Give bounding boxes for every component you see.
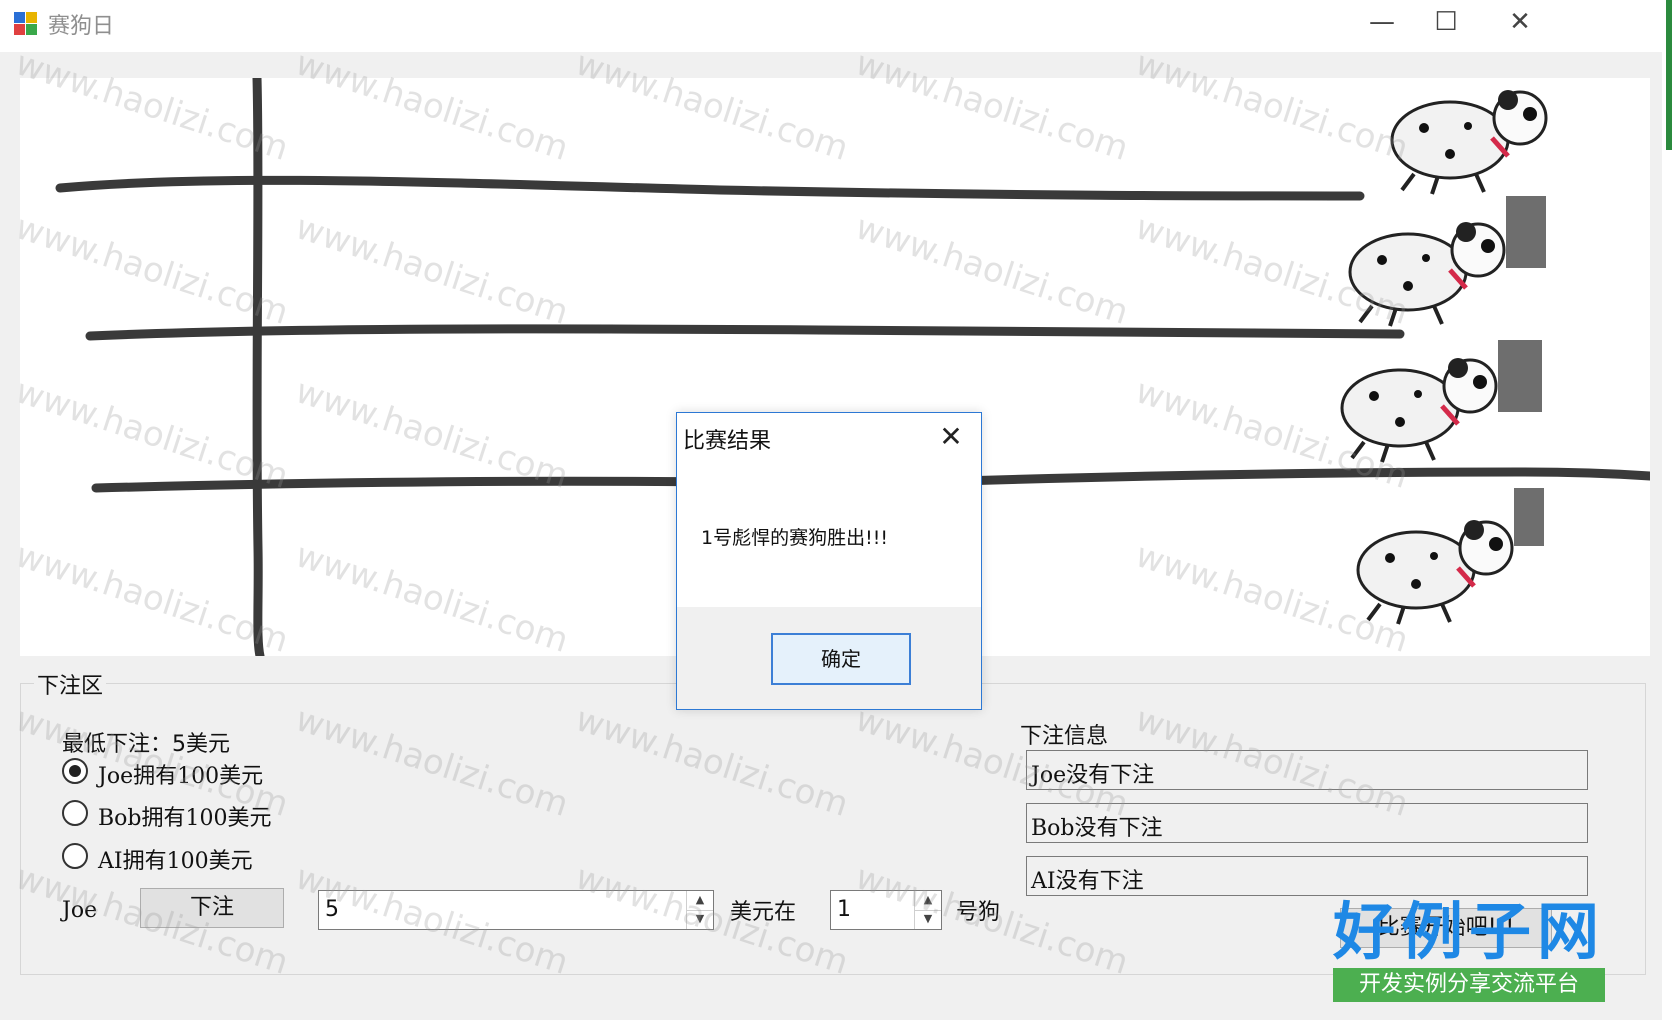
bet-info-bob-text: Bob没有下注	[1031, 816, 1163, 841]
spin-down-icon[interactable]: ▼	[915, 910, 941, 929]
dog-icon	[1348, 222, 1506, 327]
radio-joe[interactable]	[62, 758, 88, 784]
bet-amount-spinner: ▲ ▼	[686, 891, 713, 929]
site-logo-title: 好例子网	[1333, 895, 1606, 968]
lane-line-3b	[923, 467, 1650, 487]
current-bettor-name: Joe	[62, 898, 98, 923]
bet-info-joe: Joe没有下注	[1026, 750, 1588, 790]
dog-icon	[1340, 358, 1498, 463]
min-bet-label: 最低下注：5美元	[62, 732, 230, 757]
spin-up-icon[interactable]: ▲	[915, 891, 941, 911]
radio-joe-label[interactable]: Joe拥有100美元	[98, 758, 263, 790]
dialog-footer: 确定	[677, 607, 981, 709]
dialog-title: 比赛结果	[683, 429, 772, 454]
maximize-icon: ☐	[1434, 7, 1458, 37]
site-logo-subtitle: 开发实例分享交流平台	[1333, 968, 1605, 1002]
radio-bob-label[interactable]: Bob拥有100美元	[98, 800, 272, 832]
dog-icon	[1356, 520, 1514, 625]
gate-2	[1498, 340, 1542, 412]
dialog-message: 1号彪悍的赛狗胜出!!!	[701, 527, 888, 549]
maximize-button[interactable]: ☐	[1414, 0, 1478, 46]
lane-line-2	[85, 324, 1405, 341]
minimize-icon: —	[1369, 7, 1395, 37]
dialog-close-icon[interactable]: ✕	[931, 417, 971, 457]
main-window: 赛狗日 — ☐ ✕ 下注区 最低下注：5美元 Joe拥有100美元 Bob拥有1…	[0, 0, 1672, 1020]
window-title: 赛狗日	[48, 14, 115, 39]
dog-number-spinner: ▲ ▼	[914, 891, 941, 929]
minimize-button[interactable]: —	[1350, 0, 1414, 46]
dog-suffix-label: 号狗	[956, 900, 1001, 925]
dog-number-value: 1	[837, 897, 851, 922]
bet-amount-stepper[interactable]: 5 ▲ ▼	[318, 890, 714, 930]
radio-selected-dot	[69, 765, 81, 777]
bet-info-ai-text: AI没有下注	[1031, 869, 1144, 894]
bet-info-ai: AI没有下注	[1026, 856, 1588, 896]
bet-info-joe-text: Joe没有下注	[1031, 763, 1155, 788]
lane-line-3a	[91, 476, 725, 493]
result-dialog: 比赛结果 ✕ 1号彪悍的赛狗胜出!!! 确定	[676, 412, 982, 710]
spin-down-icon[interactable]: ▼	[687, 910, 713, 929]
bet-info-bob: Bob没有下注	[1026, 803, 1588, 843]
gate-1	[1506, 196, 1546, 268]
dollars-at-label: 美元在	[730, 900, 797, 925]
radio-ai[interactable]	[62, 843, 88, 869]
spin-up-icon[interactable]: ▲	[687, 891, 713, 911]
bet-info-title: 下注信息	[1020, 724, 1109, 749]
right-edge	[1662, 0, 1672, 1020]
close-button[interactable]: ✕	[1488, 0, 1552, 46]
start-line	[252, 78, 265, 656]
title-bar[interactable]: 赛狗日 — ☐ ✕	[0, 0, 1672, 52]
gate-3	[1514, 488, 1544, 546]
dog-icon	[1390, 90, 1548, 195]
bet-group-title: 下注区	[34, 668, 107, 700]
bet-button[interactable]: 下注	[140, 888, 284, 928]
dog-number-stepper[interactable]: 1 ▲ ▼	[830, 890, 942, 930]
site-logo: 好例子网 开发实例分享交流平台	[1333, 896, 1605, 1004]
close-icon: ✕	[1509, 7, 1531, 37]
bet-amount-value: 5	[325, 897, 339, 922]
ok-button[interactable]: 确定	[771, 633, 911, 685]
radio-ai-label[interactable]: AI拥有100美元	[98, 843, 253, 875]
app-icon	[14, 12, 38, 36]
radio-bob[interactable]	[62, 800, 88, 826]
